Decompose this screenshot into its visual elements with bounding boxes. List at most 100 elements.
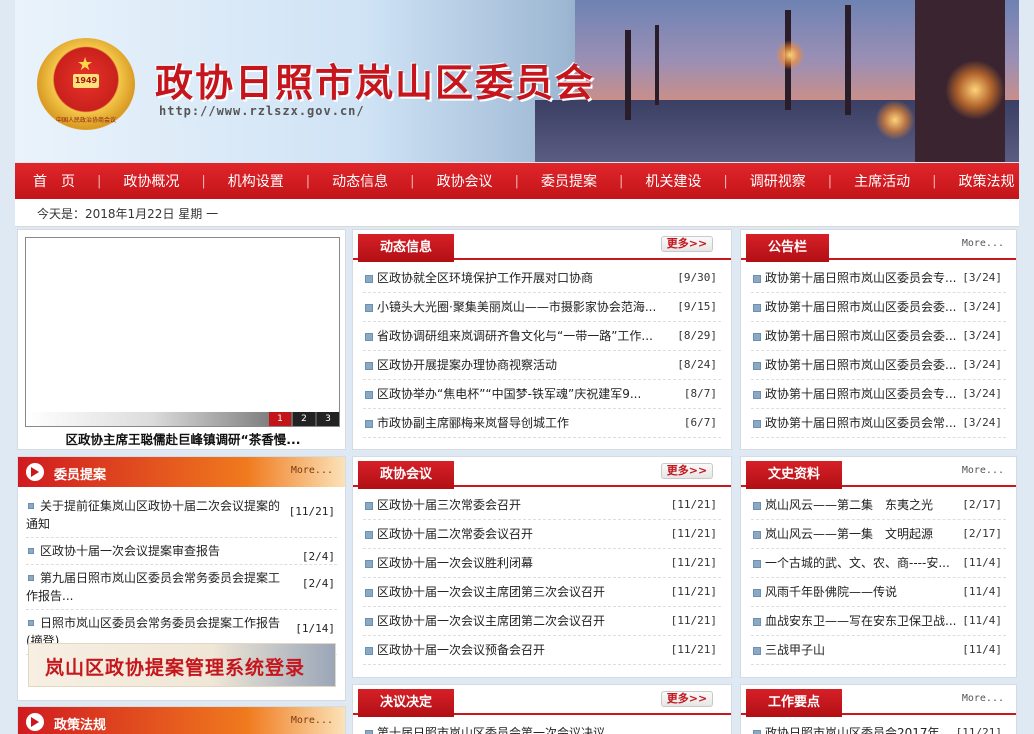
- main-nav: 首 页 | 政协概况 | 机构设置 | 动态信息 | 政协会议 | 委员提案 | 机关建设 | 调研视察 | 主…: [15, 163, 1019, 199]
- current-date: 今天是：2018年1月22日 星期 一: [37, 207, 219, 221]
- list-item[interactable]: 血战安东卫——写在安东卫保卫战... [11/4]: [751, 607, 1006, 636]
- item-date: [11/21]: [955, 726, 1002, 734]
- proposals-title[interactable]: 委员提案: [54, 464, 106, 483]
- dynamic-info-title[interactable]: 动态信息: [358, 234, 455, 262]
- nav-item[interactable]: 政协会议: [437, 171, 493, 191]
- list-item[interactable]: 区政协十届一次会议主席团第三次会议召开 [11/21]: [363, 578, 721, 607]
- meetings-more-button[interactable]: 更多>>: [661, 463, 713, 479]
- list-item[interactable]: 政协第十届日照市岚山区委员会委... [3/24]: [751, 322, 1006, 351]
- bullet-icon: [28, 575, 34, 581]
- item-date: [1/14]: [295, 622, 335, 635]
- list-item[interactable]: 区政协十届二次常委会议召开 [11/21]: [363, 520, 721, 549]
- nav-item[interactable]: 政协概况: [123, 171, 179, 191]
- nav-item[interactable]: 主席活动: [854, 171, 910, 191]
- list-item[interactable]: 关于提前征集岚山区政协十届二次会议提案的通知 [11/21]: [26, 493, 337, 538]
- date-bar: 今天是：2018年1月22日 星期 一: [15, 199, 1019, 227]
- site-url: http://www.rzlszx.gov.cn/: [159, 104, 365, 118]
- list-item[interactable]: 区政协举办“焦电杯”“中国梦-铁军魂”庆祝建军9... [8/7]: [363, 380, 721, 409]
- proposals-header: 委员提案 More...: [18, 457, 345, 487]
- list-item[interactable]: 市政协副主席郦梅来岚督导创城工作 [6/7]: [363, 409, 721, 438]
- list-item[interactable]: 小镜头大光圈·聚集美丽岚山——市摄影家协会范海... [9/15]: [363, 293, 721, 322]
- nav-item[interactable]: 政策法规: [959, 171, 1015, 191]
- slide-page-2[interactable]: 2: [293, 412, 315, 426]
- slide-page-1[interactable]: 1: [269, 412, 291, 426]
- item-title: 岚山风云——第一集 文明起源: [765, 527, 934, 541]
- item-title: 政协第十届日照市岚山区委员会专...: [765, 387, 957, 401]
- list-item[interactable]: 第九届日照市岚山区委员会常务委员会提案工作报告... [2/4]: [26, 565, 337, 610]
- resolutions-box: 决议决定 更多>> 第十届日照市岚山区委员会第一次会议决议: [352, 684, 732, 734]
- nav-item[interactable]: 动态信息: [332, 171, 388, 191]
- nav-item[interactable]: 首 页: [33, 171, 75, 191]
- item-title: 政协日照市岚山区委员会2017年工作要点: [765, 726, 960, 734]
- list-item[interactable]: 岚山风云——第二集 东夷之光 [2/17]: [751, 491, 1006, 520]
- nav-item[interactable]: 机构设置: [228, 171, 284, 191]
- nav-item[interactable]: 机关建设: [645, 171, 701, 191]
- item-date: [11/21]: [288, 505, 335, 518]
- nav-item[interactable]: 调研视察: [750, 171, 806, 191]
- resolutions-more-button[interactable]: 更多>>: [661, 691, 713, 707]
- dynamic-list: 区政协就全区环境保护工作开展对口协商 [9/30] 小镜头大光圈·聚集美丽岚山——市…: [363, 264, 721, 438]
- proposal-system-login-banner[interactable]: 岚山区政协提案管理系统登录: [28, 643, 336, 687]
- list-item[interactable]: 政协第十届日照市岚山区委员会专... [3/24]: [751, 380, 1006, 409]
- list-item[interactable]: 区政协十届一次会议主席团第二次会议召开 [11/21]: [363, 607, 721, 636]
- item-title: 省政协调研组来岚调研齐鲁文化与“一带一路”工作...: [377, 329, 653, 343]
- item-date: [8/29]: [677, 329, 717, 342]
- history-more-link[interactable]: More...: [962, 465, 1004, 476]
- slide-page-3[interactable]: 3: [317, 412, 339, 426]
- notice-title[interactable]: 公告栏: [746, 234, 830, 262]
- list-item[interactable]: 区政协十届一次会议预备会召开 [11/21]: [363, 636, 721, 665]
- history-box: 文史资料 More... 岚山风云——第二集 东夷之光 [2/17] 岚山风云——第…: [740, 456, 1017, 678]
- list-item[interactable]: 区政协十届一次会议胜利闭幕 [11/21]: [363, 549, 721, 578]
- bullet-icon: [28, 503, 34, 509]
- list-item[interactable]: 区政协十届三次常委会召开 [11/21]: [363, 491, 721, 520]
- item-title: 小镜头大光圈·聚集美丽岚山——市摄影家协会范海...: [377, 300, 657, 314]
- nav-separator: |: [97, 173, 102, 189]
- slideshow-box: 1 2 3 区政协主席王聪儒赴巨峰镇调研“茶香慢...: [17, 229, 346, 450]
- meetings-title[interactable]: 政协会议: [358, 461, 455, 489]
- list-item[interactable]: 政协第十届日照市岚山区委员会委... [3/24]: [751, 293, 1006, 322]
- item-date: [9/30]: [677, 271, 717, 284]
- item-title: 区政协十届一次会议胜利闭幕: [377, 556, 534, 570]
- slideshow-caption[interactable]: 区政协主席王聪儒赴巨峰镇调研“茶香慢...: [18, 429, 348, 448]
- history-title[interactable]: 文史资料: [746, 461, 843, 489]
- item-date: [2/17]: [962, 527, 1002, 540]
- nav-item[interactable]: 委员提案: [541, 171, 597, 191]
- list-item[interactable]: 区政协十届一次会议提案审查报告 [2/4]: [26, 538, 337, 565]
- list-item[interactable]: 政协第十届日照市岚山区委员会常... [3/24]: [751, 409, 1006, 438]
- item-title: 区政协十届三次常委会召开: [377, 498, 522, 512]
- notice-more-link[interactable]: More...: [962, 238, 1004, 249]
- list-item[interactable]: 政协第十届日照市岚山区委员会专... [3/24]: [751, 264, 1006, 293]
- list-item[interactable]: 区政协就全区环境保护工作开展对口协商 [9/30]: [363, 264, 721, 293]
- slideshow-frame[interactable]: 1 2 3: [25, 237, 340, 427]
- item-title: 区政协十届一次会议预备会召开: [377, 643, 546, 657]
- dynamic-more-button[interactable]: 更多>>: [661, 236, 713, 252]
- item-title: 区政协举办“焦电杯”“中国梦-铁军魂”庆祝建军9...: [377, 387, 642, 401]
- slideshow-pager: 1 2 3: [267, 412, 339, 426]
- work-more-link[interactable]: More...: [962, 693, 1004, 704]
- list-item[interactable]: 第十届日照市岚山区委员会第一次会议决议: [363, 719, 721, 734]
- list-item[interactable]: 政协日照市岚山区委员会2017年工作要点[11/21]: [751, 719, 1006, 734]
- policy-title[interactable]: 政策法规: [54, 714, 106, 733]
- item-title: 一个古城的武、文、农、商----安...: [765, 556, 950, 570]
- nav-separator: |: [827, 173, 833, 189]
- item-title: 血战安东卫——写在安东卫保卫战...: [765, 614, 957, 628]
- proposals-more-link[interactable]: More...: [291, 465, 333, 476]
- history-list: 岚山风云——第二集 东夷之光 [2/17] 岚山风云——第一集 文明起源 [2/17]…: [751, 491, 1006, 665]
- list-item[interactable]: 一个古城的武、文、农、商----安... [11/4]: [751, 549, 1006, 578]
- cppcc-emblem-logo[interactable]: ★ 1949 中国人民政治协商会议: [37, 38, 135, 130]
- resolutions-title[interactable]: 决议决定: [358, 689, 455, 717]
- item-title: 政协第十届日照市岚山区委员会委...: [765, 358, 957, 372]
- policy-more-link[interactable]: More...: [291, 715, 333, 726]
- list-item[interactable]: 政协第十届日照市岚山区委员会委... [3/24]: [751, 351, 1006, 380]
- list-item[interactable]: 岚山风云——第一集 文明起源 [2/17]: [751, 520, 1006, 549]
- list-item[interactable]: 省政协调研组来岚调研齐鲁文化与“一带一路”工作... [8/29]: [363, 322, 721, 351]
- item-date: [11/4]: [962, 585, 1002, 598]
- nav-separator: |: [514, 173, 519, 189]
- list-item[interactable]: 三战甲子山 [11/4]: [751, 636, 1006, 665]
- notice-list: 政协第十届日照市岚山区委员会专... [3/24] 政协第十届日照市岚山区委员会委.…: [751, 264, 1006, 438]
- harbor-light: [875, 100, 915, 140]
- list-item[interactable]: 区政协开展提案办理协商视察活动 [8/24]: [363, 351, 721, 380]
- work-title[interactable]: 工作要点: [746, 689, 843, 717]
- list-item[interactable]: 风雨千年卧佛院——传说 [11/4]: [751, 578, 1006, 607]
- item-date: [11/21]: [670, 498, 717, 511]
